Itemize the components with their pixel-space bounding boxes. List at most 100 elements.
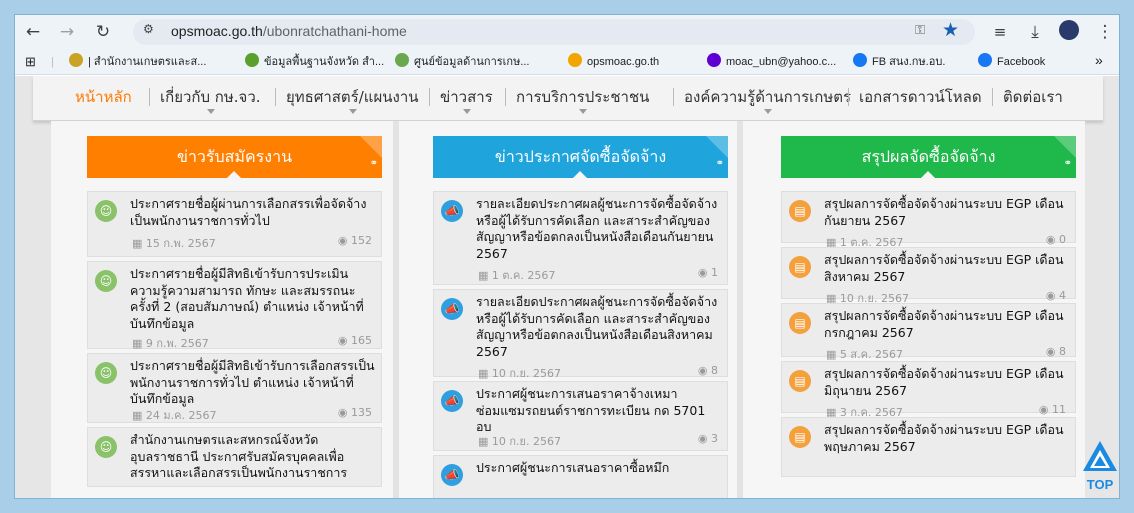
- list-item[interactable]: ▤ สรุปผลการจัดซื้อจัดจ้างผ่านระบบ EGP เดื…: [781, 417, 1076, 477]
- item-title[interactable]: สรุปผลการจัดซื้อจัดจ้างผ่านระบบ EGP เดือ…: [824, 422, 1070, 455]
- item-title[interactable]: สรุปผลการจัดซื้อจัดจ้างผ่านระบบ EGP เดือ…: [824, 366, 1070, 399]
- apps-grid-icon[interactable]: ⊞: [25, 53, 36, 71]
- back-to-top-icon: [1083, 441, 1117, 471]
- panel-header[interactable]: สรุปผลจัดซื้อจัดจ้าง ⚭: [781, 136, 1076, 179]
- calendar-icon: ▦: [478, 367, 492, 380]
- nav-item[interactable]: เกี่ยวกับ กษ.จว.: [160, 85, 261, 109]
- item-date: ▦ 24 ม.ค. 2567: [132, 406, 216, 424]
- download-icon[interactable]: ⤓: [1023, 20, 1047, 44]
- back-to-top-button[interactable]: TOP: [1080, 441, 1119, 497]
- list-item[interactable]: ▤ สรุปผลการจัดซื้อจัดจ้างผ่านระบบ EGP เดื…: [781, 191, 1076, 249]
- panel-corner-link[interactable]: ⚭: [1054, 136, 1076, 169]
- panel-header[interactable]: ข่าวรับสมัครงาน ⚭: [87, 136, 382, 179]
- item-title[interactable]: ประกาศผู้ชนะการเสนอราคาจ้างเหมาซ่อมแซมรถ…: [476, 386, 722, 436]
- calendar-icon: ▦: [478, 269, 492, 282]
- list-item[interactable]: ▤ สรุปผลการจัดซื้อจัดจ้างผ่านระบบ EGP เดื…: [781, 361, 1076, 419]
- bookmark-item[interactable]: opsmoac.go.th: [568, 53, 659, 71]
- item-title[interactable]: สรุปผลการจัดซื้อจัดจ้างผ่านระบบ EGP เดือ…: [824, 252, 1070, 285]
- nav-separator: [429, 88, 430, 106]
- eye-icon: ◉: [337, 406, 351, 419]
- content-area: ข่าวรับสมัครงาน ⚭ ☺ ประกาศรายชื่อผู้ผ่านการ…: [51, 121, 1085, 498]
- dropdown-caret-icon: [206, 109, 215, 114]
- item-date: ▦ 1 ต.ค. 2567: [478, 266, 555, 284]
- item-date-text: 9 ก.พ. 2567: [145, 337, 209, 350]
- password-key-icon[interactable]: ⚿: [915, 23, 925, 38]
- nav-separator: [992, 88, 993, 106]
- panel-header[interactable]: ข่าวประกาศจัดซื้อจัดจ้าง ⚭: [433, 136, 728, 179]
- megaphone-icon: 📣: [441, 390, 463, 412]
- bookmark-favicon-icon: [568, 53, 582, 67]
- bookmark-item[interactable]: ข้อมูลพื้นฐานจังหวัด สำ...: [245, 53, 384, 71]
- item-date-text: 15 ก.พ. 2567: [145, 237, 216, 250]
- nav-item[interactable]: การบริการประชาชน: [516, 85, 649, 109]
- item-title[interactable]: สรุปผลการจัดซื้อจัดจ้างผ่านระบบ EGP เดือ…: [824, 196, 1070, 229]
- document-icon: ▤: [789, 256, 811, 278]
- bookmark-item[interactable]: | สำนักงานเกษตรและส...: [69, 53, 206, 71]
- bookmark-favicon-icon: [395, 53, 409, 67]
- more-bookmarks-chevron-icon[interactable]: »: [1095, 51, 1103, 69]
- bookmark-item[interactable]: FB สนง.กษ.อบ.: [853, 53, 945, 71]
- back-arrow-icon[interactable]: ←: [21, 20, 45, 44]
- item-meta: ▦ 1 ต.ค. 2567 ◉ 1: [478, 266, 718, 282]
- item-title[interactable]: สรุปผลการจัดซื้อจัดจ้างผ่านระบบ EGP เดือ…: [824, 308, 1070, 341]
- list-item[interactable]: ☺ ประกาศรายชื่อผู้ผ่านการเลือกสรรเพื่อจัด…: [87, 191, 382, 257]
- list-item[interactable]: ▤ สรุปผลการจัดซื้อจัดจ้างผ่านระบบ EGP เดื…: [781, 303, 1076, 361]
- item-views-count: 11: [1052, 403, 1066, 416]
- user-icon: ☺: [95, 270, 117, 292]
- reload-icon[interactable]: ↻: [91, 20, 115, 44]
- column-divider: [737, 121, 743, 498]
- user-icon: ☺: [95, 362, 117, 384]
- panel-corner-link[interactable]: ⚭: [706, 136, 728, 169]
- item-views: ◉ 1: [698, 266, 718, 279]
- item-meta: ▦ 5 ส.ค. 2567 ◉ 8: [826, 345, 1066, 361]
- item-title[interactable]: รายละเอียดประกาศผลผู้ชนะการจัดซื้อจัดจ้า…: [476, 294, 722, 360]
- item-views: ◉ 3: [698, 432, 718, 445]
- url-text[interactable]: opsmoac.go.th/ubonratchathani-home: [171, 23, 407, 39]
- list-item[interactable]: ☺ ประกาศรายชื่อผู้มีสิทธิเข้ารับการประเมิ…: [87, 261, 382, 350]
- item-title[interactable]: ประกาศรายชื่อผู้ผ่านการเลือกสรรเพื่อจัดจ…: [130, 196, 376, 229]
- list-item[interactable]: 📣 ประกาศผู้ชนะการเสนอราคาซื้อหมึก: [433, 455, 728, 498]
- item-title[interactable]: รายละเอียดประกาศผลผู้ชนะการจัดซื้อจัดจ้า…: [476, 196, 722, 262]
- item-title[interactable]: ประกาศรายชื่อผู้มีสิทธิเข้ารับการเลือกสร…: [130, 358, 376, 408]
- item-views-count: 1: [711, 266, 718, 279]
- panel-corner-link[interactable]: ⚭: [360, 136, 382, 169]
- panel-header-notch: [226, 171, 242, 179]
- item-title[interactable]: ประกาศผู้ชนะการเสนอราคาซื้อหมึก: [476, 460, 722, 477]
- item-title[interactable]: สำนักงานเกษตรและสหกรณ์จังหวัดอุบลราชธานี…: [130, 432, 376, 482]
- nav-item[interactable]: ติดต่อเรา: [1003, 85, 1063, 109]
- eye-icon: ◉: [697, 266, 711, 279]
- calendar-icon: ▦: [132, 409, 146, 422]
- panel-header-notch: [572, 171, 588, 179]
- item-views: ◉ 135: [338, 406, 372, 419]
- bookmark-star-icon[interactable]: ★: [942, 19, 959, 41]
- nav-item[interactable]: ยุทธศาสตร์/แผนงาน: [286, 85, 419, 109]
- list-item[interactable]: 📣 ประกาศผู้ชนะการเสนอราคาจ้างเหมาซ่อมแซมร…: [433, 381, 728, 451]
- calendar-icon: ▦: [478, 435, 492, 448]
- nav-item[interactable]: องค์ความรู้ด้านการเกษตร: [684, 85, 851, 109]
- browser-menu-icon[interactable]: ⋮: [1093, 20, 1117, 44]
- reading-list-icon[interactable]: ≡: [988, 20, 1012, 44]
- bookmark-favicon-icon: [245, 53, 259, 67]
- eye-icon: ◉: [697, 364, 711, 377]
- bookmark-item[interactable]: ศูนย์ข้อมูลด้านการเกษ...: [395, 53, 530, 71]
- list-item[interactable]: ☺ สำนักงานเกษตรและสหกรณ์จังหวัดอุบลราชธาน…: [87, 427, 382, 487]
- profile-avatar[interactable]: [1057, 20, 1081, 44]
- item-title[interactable]: ประกาศรายชื่อผู้มีสิทธิเข้ารับการประเมิน…: [130, 266, 376, 332]
- nav-item[interactable]: เอกสารดาวน์โหลด: [859, 85, 982, 109]
- megaphone-icon: 📣: [441, 200, 463, 222]
- bookmark-item[interactable]: moac_ubn@yahoo.c...: [707, 53, 836, 71]
- address-bar[interactable]: ⚙ opsmoac.go.th/ubonratchathani-home ⚿ ★: [133, 19, 975, 45]
- forward-arrow-icon[interactable]: →: [55, 20, 79, 44]
- list-item[interactable]: ▤ สรุปผลการจัดซื้อจัดจ้างผ่านระบบ EGP เดื…: [781, 247, 1076, 305]
- list-item[interactable]: 📣 รายละเอียดประกาศผลผู้ชนะการจัดซื้อจัดจ้…: [433, 191, 728, 285]
- eye-icon: ◉: [1045, 345, 1059, 358]
- bookmark-item[interactable]: Facebook: [978, 53, 1045, 71]
- bookmark-label: ข้อมูลพื้นฐานจังหวัด สำ...: [264, 56, 385, 68]
- list-item[interactable]: ☺ ประกาศรายชื่อผู้มีสิทธิเข้ารับการเลือกส…: [87, 353, 382, 423]
- site-info-icon[interactable]: ⚙: [143, 22, 154, 36]
- nav-item[interactable]: ข่าวสาร: [440, 85, 493, 109]
- item-views: ◉ 0: [1046, 233, 1066, 246]
- nav-item[interactable]: หน้าหลัก: [75, 85, 132, 109]
- list-item[interactable]: 📣 รายละเอียดประกาศผลผู้ชนะการจัดซื้อจัดจ้…: [433, 289, 728, 380]
- link-icon: ⚭: [715, 158, 724, 169]
